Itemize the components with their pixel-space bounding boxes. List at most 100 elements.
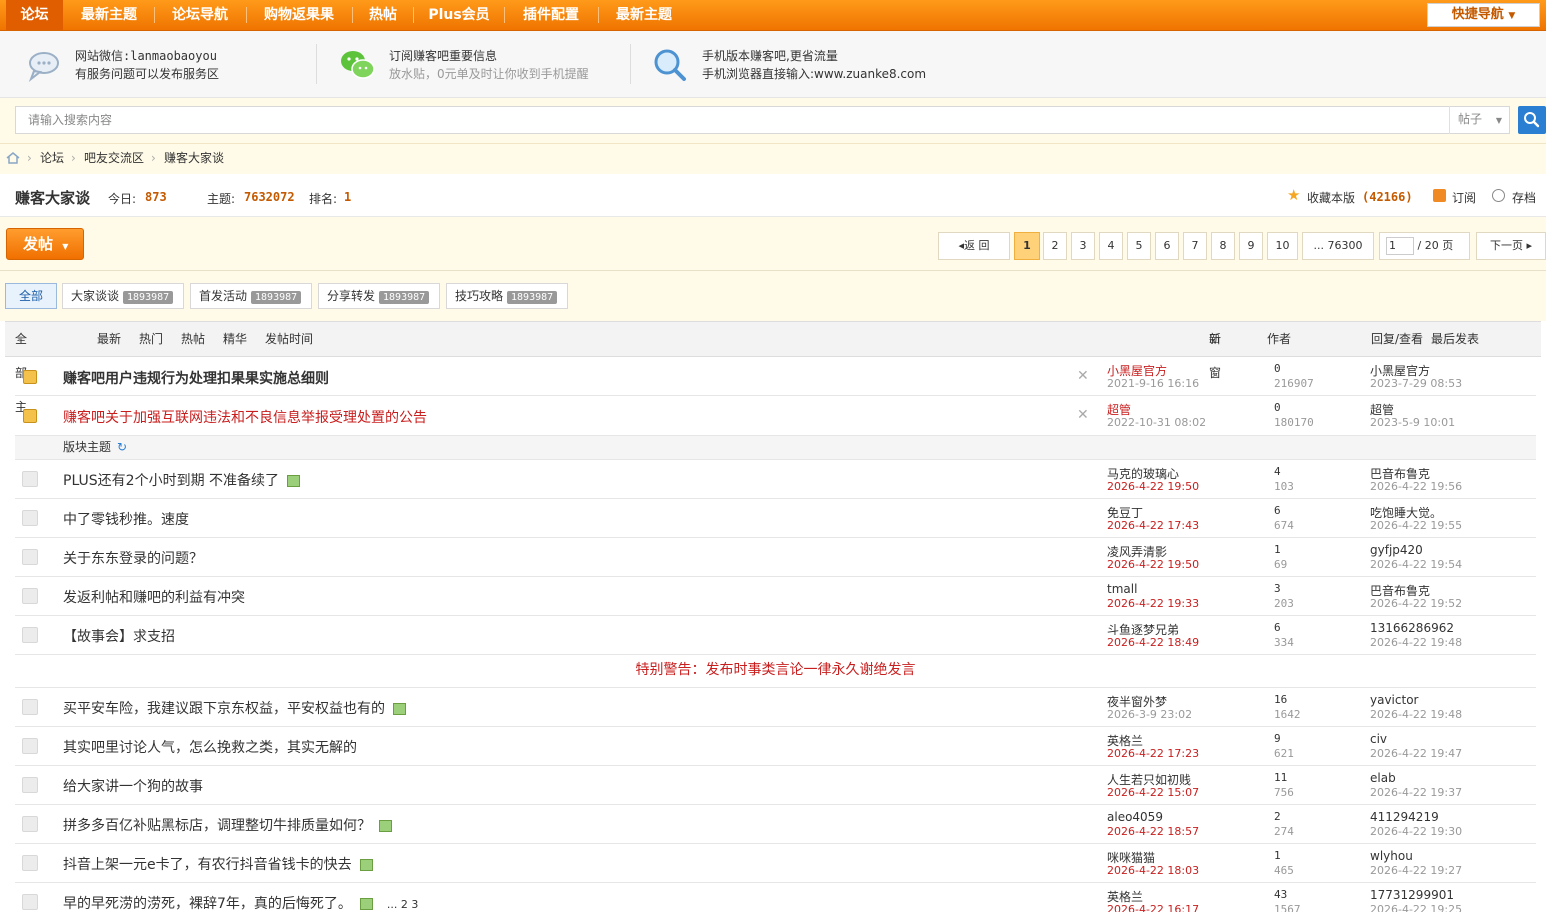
search-button[interactable] xyxy=(1518,106,1546,134)
sort-hot-posts[interactable]: 热帖 xyxy=(181,322,205,356)
thread-title[interactable]: 赚客吧用户违规行为处理扣果果实施总细则 xyxy=(63,368,329,388)
thread-title[interactable]: PLUS还有2个小时到期 不准备续了 xyxy=(63,473,279,489)
table-row: 买平安车险，我建议跟下京东权益，平安权益也有的 夜半窗外梦 2026-3-9 23:… xyxy=(15,688,1536,727)
thread-title[interactable]: 买平安车险，我建议跟下京东权益，平安权益也有的 xyxy=(63,701,385,717)
pager-page[interactable]: 2 xyxy=(1043,232,1067,260)
last-post-date[interactable]: 2023-5-9 10:01 xyxy=(1370,416,1455,429)
pager-page[interactable]: 9 xyxy=(1239,232,1263,260)
nav-shopping-rebate[interactable]: 购物返果果 xyxy=(249,0,349,30)
archive-link[interactable]: 存档 xyxy=(1512,189,1536,206)
search-type-select[interactable]: 帖子 ▼ xyxy=(1449,106,1509,134)
favorite-forum-link[interactable]: 收藏本版 xyxy=(1307,189,1355,206)
thread-list-header: 全部主题▼ 最新 热门 热帖 精华 发帖时间 ☑ 新窗 作者 回复/查看 最后发… xyxy=(5,321,1541,448)
search-input[interactable]: 请输入搜索内容 xyxy=(15,106,1510,134)
sort-digest[interactable]: 精华 xyxy=(223,322,247,356)
pager-page[interactable]: 10 xyxy=(1267,232,1298,260)
pager-back[interactable]: ◂返 回 xyxy=(938,232,1010,260)
thread-title[interactable]: 赚客吧关于加强互联网违法和不良信息举报受理处置的公告 xyxy=(63,407,427,427)
pager-page[interactable]: 5 xyxy=(1127,232,1151,260)
pager-jump-input[interactable]: 1 xyxy=(1386,237,1414,255)
last-post-user[interactable]: yavictor xyxy=(1370,693,1418,707)
pager-jump: 1 / 20 页 xyxy=(1379,232,1470,260)
last-post-user[interactable]: 17731299901 xyxy=(1370,888,1454,902)
last-post-user[interactable]: 411294219 xyxy=(1370,810,1439,824)
search-icon xyxy=(1524,112,1540,128)
nav-plus-member[interactable]: Plus会员 xyxy=(416,0,502,30)
thread-title[interactable]: 给大家讲一个狗的故事 xyxy=(63,779,203,795)
last-post-date[interactable]: 2026-4-22 19:47 xyxy=(1370,747,1462,760)
pager-page[interactable]: 6 xyxy=(1155,232,1179,260)
nav-forum[interactable]: 论坛 xyxy=(6,0,63,30)
tab-first-activity[interactable]: 首发活动 1893987 xyxy=(190,283,312,309)
thread-title[interactable]: 拼多多百亿补贴黑标店，调理整切牛排质量如何？ xyxy=(63,818,371,834)
thread-author[interactable]: tmall xyxy=(1107,582,1137,596)
tab-all[interactable]: 全部 xyxy=(5,283,57,309)
new-post-button[interactable]: 发帖 ▼ xyxy=(6,228,84,260)
thread-title[interactable]: 早的早死涝的涝死，裸辞7年，真的后悔死了。 xyxy=(63,896,352,912)
thread-replies: 3 xyxy=(1274,582,1281,595)
thread-folder-icon xyxy=(22,588,38,604)
wechat-icon xyxy=(341,51,375,79)
last-post-date[interactable]: 2026-4-22 19:30 xyxy=(1370,825,1462,838)
quick-nav-button[interactable]: 快捷导航 ▼ xyxy=(1427,3,1540,27)
refresh-icon[interactable]: ↻ xyxy=(117,436,127,458)
nav-hot-posts[interactable]: 热帖 xyxy=(355,0,411,30)
last-post-user[interactable]: 13166286962 xyxy=(1370,621,1454,635)
sort-newest[interactable]: 最新 xyxy=(97,322,121,356)
chevron-down-icon: ▼ xyxy=(17,335,23,343)
search-bar: 请输入搜索内容 帖子 ▼ xyxy=(0,98,1546,144)
close-icon[interactable]: ✕ xyxy=(1077,407,1089,423)
tab-discuss[interactable]: 大家谈谈 1893987 xyxy=(62,283,184,309)
thread-title[interactable]: 发返利帖和赚吧的利益有冲突 xyxy=(63,590,245,606)
last-post-date[interactable]: 2026-4-22 19:55 xyxy=(1370,519,1462,532)
last-post-date[interactable]: 2026-4-22 19:48 xyxy=(1370,708,1462,721)
nav-latest-topics[interactable]: 最新主题 xyxy=(66,0,152,30)
thread-title[interactable]: 【故事会】求支招 xyxy=(63,629,175,645)
pager-next[interactable]: 下一页 ▸ xyxy=(1476,232,1546,260)
tab-label: 大家谈谈 xyxy=(71,289,120,303)
warning-banner: 特别警告：发布时事类言论一律永久谢绝发言 xyxy=(15,655,1536,688)
last-post-user[interactable]: elab xyxy=(1370,771,1396,785)
thread-title[interactable]: 抖音上架一元e卡了，有农行抖音省钱卡的快去 xyxy=(63,857,352,873)
thread-title[interactable]: 中了零钱秒推。速度 xyxy=(63,512,189,528)
nav-plugin-config[interactable]: 插件配置 xyxy=(507,0,595,30)
last-post-user[interactable]: gyfjp420 xyxy=(1370,543,1423,557)
nav-latest-topics-2[interactable]: 最新主题 xyxy=(601,0,687,30)
pager-page-1[interactable]: 1 xyxy=(1014,232,1040,260)
nav-forum-guide[interactable]: 论坛导航 xyxy=(157,0,243,30)
image-attachment-icon xyxy=(287,475,301,487)
sort-hot[interactable]: 热门 xyxy=(139,322,163,356)
tab-share[interactable]: 分享转发 1893987 xyxy=(318,283,440,309)
last-post-date[interactable]: 2026-4-22 19:56 xyxy=(1370,480,1462,493)
breadcrumb-forum[interactable]: 论坛 xyxy=(40,144,64,172)
breadcrumb-section[interactable]: 吧友交流区 xyxy=(84,144,144,172)
pager-page[interactable]: 4 xyxy=(1099,232,1123,260)
section-label: 版块主题 xyxy=(63,440,112,454)
last-post-date[interactable]: 2026-4-22 19:25 xyxy=(1370,903,1462,912)
lock-icon xyxy=(23,409,37,423)
last-post-date[interactable]: 2026-4-22 19:48 xyxy=(1370,636,1462,649)
thread-title-wrap: 买平安车险，我建议跟下京东权益，平安权益也有的 xyxy=(63,698,406,718)
pager-last-page[interactable]: ... 76300 xyxy=(1302,232,1374,260)
last-post-date[interactable]: 2026-4-22 19:52 xyxy=(1370,597,1462,610)
thread-date: 2026-3-9 23:02 xyxy=(1107,708,1193,721)
close-icon[interactable]: ✕ xyxy=(1077,368,1089,384)
last-post-date[interactable]: 2026-4-22 19:27 xyxy=(1370,864,1462,877)
thread-pages[interactable]: ... 2 3 xyxy=(387,898,418,911)
thread-title[interactable]: 关于东东登录的问题？ xyxy=(63,551,203,567)
home-icon[interactable] xyxy=(6,152,20,164)
last-post-date[interactable]: 2026-4-22 19:37 xyxy=(1370,786,1462,799)
pager-page[interactable]: 3 xyxy=(1071,232,1095,260)
col-last-post: 最后发表 xyxy=(1431,332,1480,346)
sort-post-time[interactable]: 发帖时间 xyxy=(265,322,313,356)
tab-tips[interactable]: 技巧攻略 1893987 xyxy=(446,283,568,309)
thread-author[interactable]: aleo4059 xyxy=(1107,810,1163,824)
last-post-date[interactable]: 2023-7-29 08:53 xyxy=(1370,377,1462,390)
last-post-user[interactable]: wlyhou xyxy=(1370,849,1413,863)
last-post-date[interactable]: 2026-4-22 19:54 xyxy=(1370,558,1462,571)
pager-page[interactable]: 8 xyxy=(1211,232,1235,260)
pager-page[interactable]: 7 xyxy=(1183,232,1207,260)
subscribe-link[interactable]: 订阅 xyxy=(1452,189,1476,206)
thread-title[interactable]: 其实吧里讨论人气，怎么挽救之类，其实无解的 xyxy=(63,740,357,756)
last-post-user[interactable]: civ xyxy=(1370,732,1387,746)
